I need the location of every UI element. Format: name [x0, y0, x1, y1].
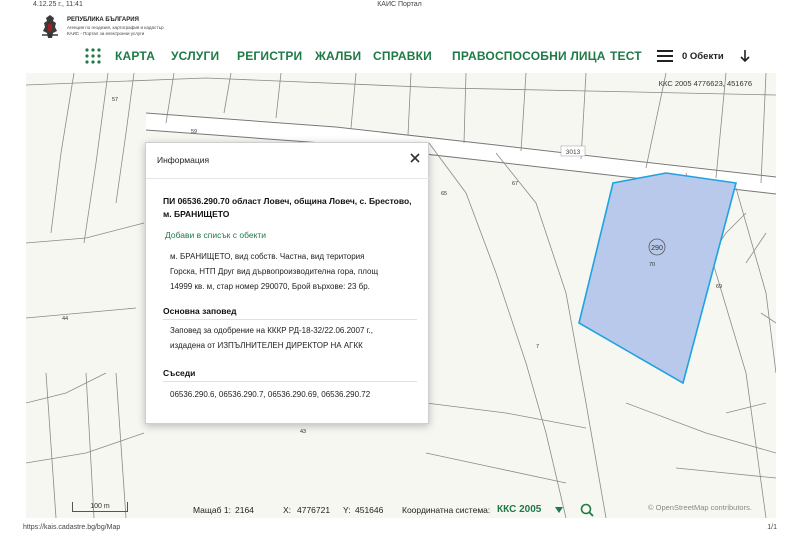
order-header: Основна заповед: [163, 306, 237, 316]
parcel-number: 65: [441, 191, 447, 197]
info-popup: Информация ПИ 06536.290.70 област Ловеч,…: [145, 142, 430, 424]
search-icon[interactable]: [580, 503, 594, 517]
parcel-number: 59: [191, 129, 197, 135]
section-divider: [163, 381, 417, 382]
parcel-description: м. БРАНИЩЕТО, вид собств. Частна, вид те…: [170, 249, 416, 294]
popup-title: Информация: [157, 155, 210, 165]
agency-logo[interactable]: РЕПУБЛИКА БЪЛГАРИЯ Агенция по геодезия, …: [40, 14, 170, 42]
description-line: 14999 кв. м, стар номер 290070, Брой вър…: [170, 282, 370, 291]
popup-divider: [146, 178, 430, 179]
osm-attribution[interactable]: © OpenStreetMap contributors.: [648, 503, 752, 512]
close-icon[interactable]: [409, 152, 421, 164]
menu-icon[interactable]: [657, 50, 673, 62]
parcel-number: 43: [300, 429, 306, 435]
parcel-number: 67: [512, 181, 518, 187]
order-line: Заповед за одобрение на КККР РД-18-32/22…: [170, 326, 373, 335]
nav-item-map[interactable]: КАРТА: [115, 49, 155, 63]
logo-line-1: РЕПУБЛИКА БЪЛГАРИЯ: [67, 17, 139, 23]
print-page-title: КАИС Портал: [377, 1, 422, 8]
caret-down-icon[interactable]: [555, 507, 563, 513]
objects-count[interactable]: 0 Обекти: [682, 51, 724, 62]
parcel-number: 7: [536, 344, 539, 350]
coat-of-arms-icon: [42, 15, 58, 38]
print-page-number: 1/1: [767, 524, 777, 531]
print-header: 4.12.25 г., 11:41 КАИС Портал: [0, 0, 799, 12]
parcel-number: 44: [62, 316, 68, 322]
order-text: Заповед за одобрение на КККР РД-18-32/22…: [170, 323, 416, 353]
x-value: 4776721: [297, 505, 331, 515]
print-url: https://kais.cadastre.bg/bg/Map: [23, 524, 121, 531]
main-nav: КАРТА УСЛУГИ РЕГИСТРИ ЖАЛБИ СПРАВКИ ПРАВ…: [0, 40, 799, 72]
parcel-number: 57: [112, 97, 118, 103]
parcel-number: 70: [649, 262, 655, 268]
crs-select[interactable]: ККС 2005: [497, 504, 541, 515]
section-divider: [163, 319, 417, 320]
nav-item-registers[interactable]: РЕГИСТРИ: [237, 49, 302, 63]
nav-item-reports[interactable]: СПРАВКИ: [373, 49, 432, 63]
arrow-down-icon[interactable]: [739, 49, 751, 63]
x-label: X:: [283, 505, 292, 515]
y-value: 451646: [355, 505, 384, 515]
nav-item-test[interactable]: ТЕСТ: [610, 49, 642, 63]
nav-item-complaints[interactable]: ЖАЛБИ: [315, 49, 361, 63]
scale-label: Мащаб 1:: [193, 505, 231, 515]
neighbors-header: Съседи: [163, 368, 196, 378]
parcel-number: 69: [716, 284, 722, 290]
map-coordinate-readout: ККС 2005 4776623, 451676: [658, 79, 752, 88]
nav-item-services[interactable]: УСЛУГИ: [171, 49, 219, 63]
neighbors-list: 06536.290.6, 06536.290.7, 06536.290.69, …: [170, 390, 371, 399]
logo-line-3: КАИС - Портал за електронни услуги: [67, 31, 145, 36]
print-footer: https://kais.cadastre.bg/bg/Map 1/1: [0, 523, 799, 533]
y-label: Y:: [343, 505, 351, 515]
nav-item-licensed-persons[interactable]: ПРАВОСПОСОБНИ ЛИЦА: [452, 49, 606, 63]
order-line: издадена от ИЗПЪЛНИТЕЛЕН ДИРЕКТОР НА АГК…: [170, 341, 363, 350]
scale-value: 2164: [235, 505, 254, 515]
logo-line-2: Агенция по геодезия, картография и кадас…: [67, 25, 164, 30]
parcel-title: ПИ 06536.290.70 област Ловеч, община Лов…: [163, 196, 412, 219]
road-label: 3013: [566, 149, 581, 156]
selected-parcel-label: 290: [651, 245, 663, 252]
add-to-list-link[interactable]: Добави в списък с обекти: [165, 230, 266, 240]
description-line: м. БРАНИЩЕТО, вид собств. Частна, вид те…: [170, 252, 365, 261]
description-line: Горска, НТП Друг вид дървопроизводителна…: [170, 267, 379, 276]
crs-label: Координатна система:: [402, 505, 491, 515]
apps-grid-icon[interactable]: [85, 48, 101, 64]
